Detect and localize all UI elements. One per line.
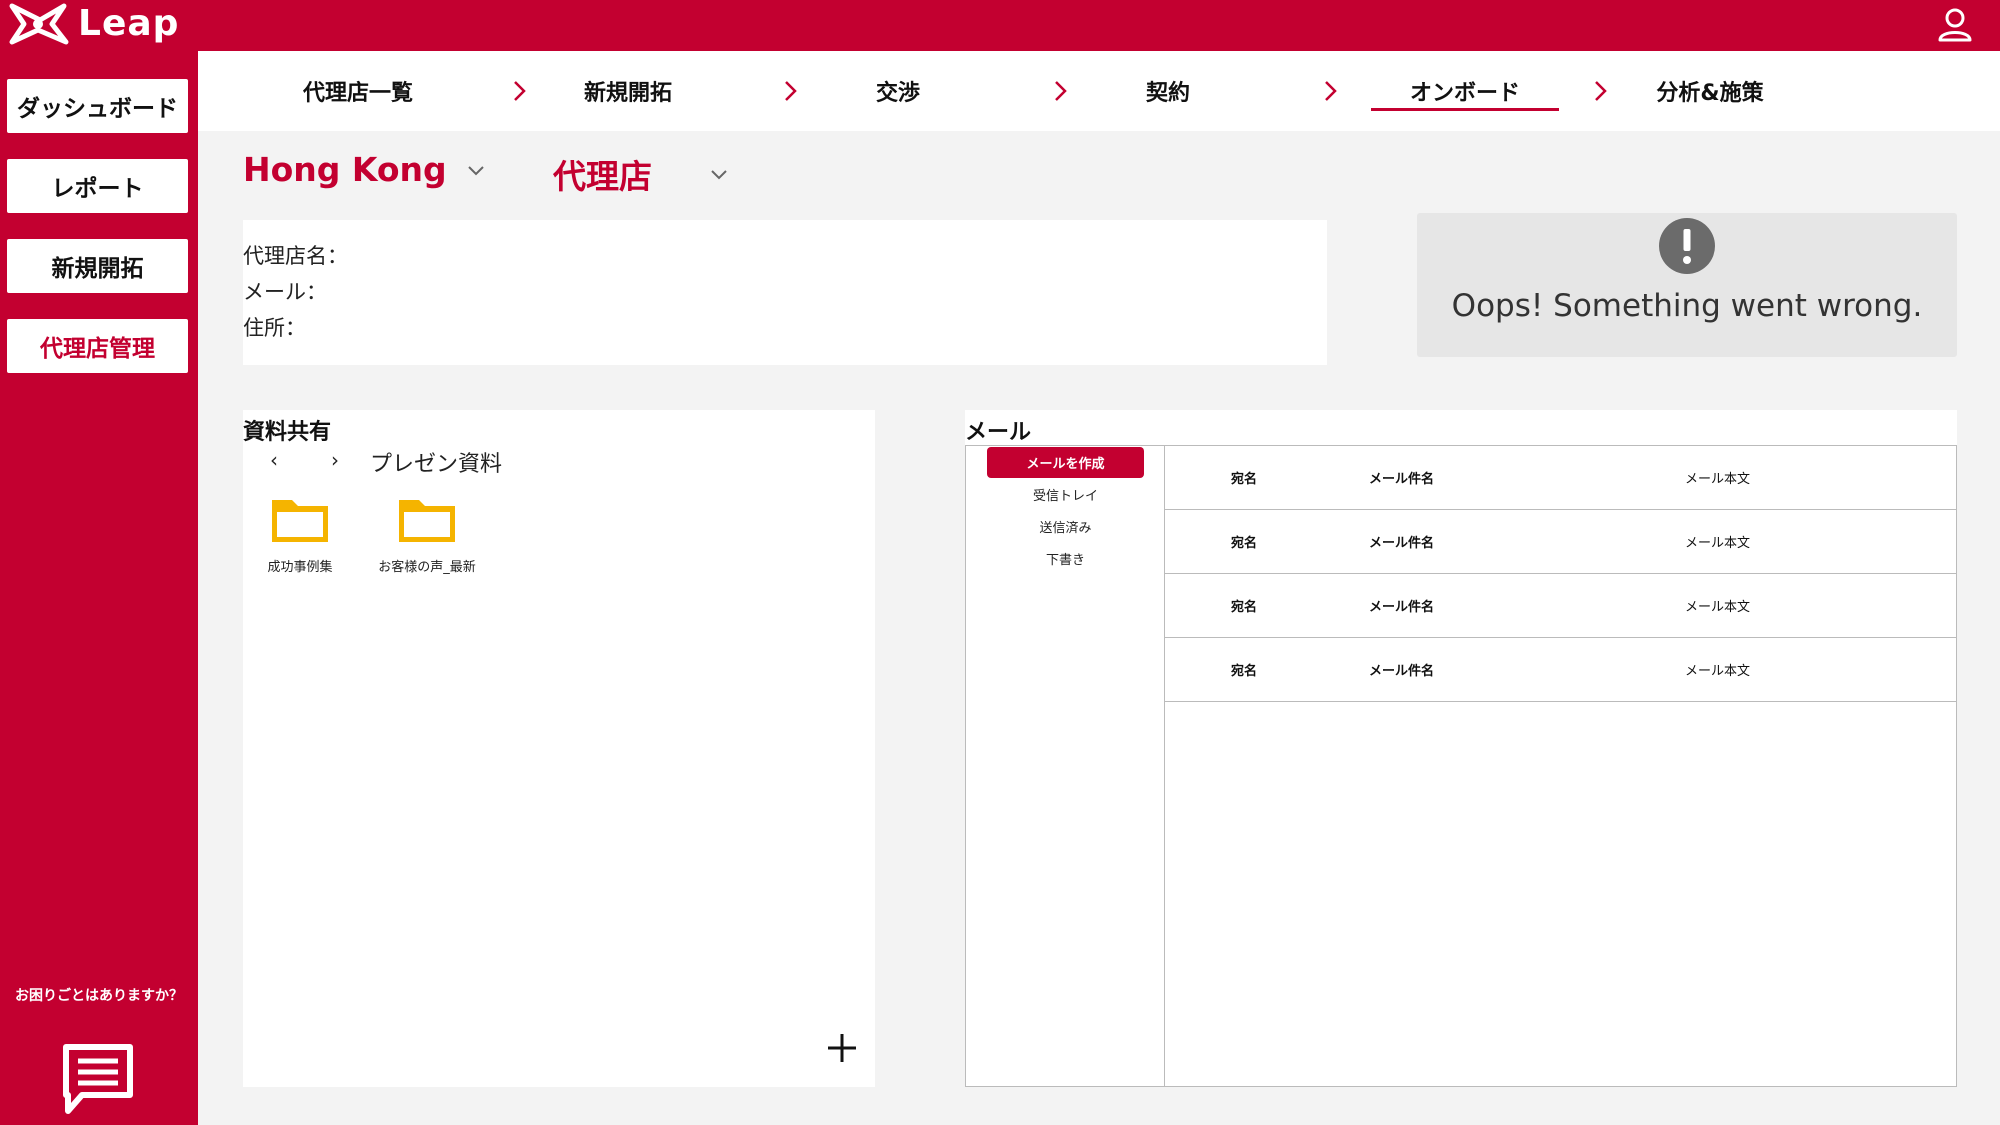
- folder-icon: [272, 500, 328, 542]
- agency-select-value: 代理店: [553, 157, 652, 196]
- file-sharing-panel: 資料共有 ‹ › プレゼン資料 成功事例集 お客様の声_最新: [243, 410, 875, 1087]
- mail-panel: メールを作成 受信トレイ 送信済み 下書き 宛名 メール件名 メール本文 宛名 …: [965, 445, 1957, 1087]
- step-new-development[interactable]: 新規開拓: [553, 51, 703, 131]
- mail-row[interactable]: 宛名 メール件名 メール本文: [1165, 638, 1956, 702]
- mail-folder-sent[interactable]: 送信済み: [966, 517, 1165, 536]
- leap-logo-icon: [9, 3, 69, 45]
- folder-item[interactable]: 成功事例集: [240, 492, 360, 575]
- agency-select[interactable]: 代理店: [553, 150, 730, 198]
- error-card: Oops! Something went wrong.: [1417, 213, 1957, 357]
- mail-recipient: 宛名: [1231, 472, 1258, 487]
- chevron-right-icon: [1055, 81, 1067, 101]
- mail-row[interactable]: 宛名 メール件名 メール本文: [1165, 446, 1956, 510]
- mail-subject: メール件名: [1369, 536, 1435, 551]
- top-bar: Leap: [0, 0, 2000, 51]
- mail-folder-list: メールを作成 受信トレイ 送信済み 下書き: [966, 446, 1165, 1086]
- process-stepper: 代理店一覧 新規開拓 交渉 契約 オンボード 分析&施策: [198, 51, 2000, 131]
- chevron-right-icon: [785, 81, 797, 101]
- chevron-down-icon: [467, 165, 484, 175]
- mail-title: メール: [965, 420, 1032, 445]
- chevron-right-icon: [1595, 81, 1607, 101]
- folder-icon: [399, 500, 455, 542]
- mail-subject: メール件名: [1369, 472, 1435, 487]
- folder-name: お客様の声_最新: [378, 560, 476, 575]
- forward-arrow-icon[interactable]: ›: [331, 448, 339, 472]
- mail-subject: メール件名: [1369, 600, 1435, 615]
- step-onboard[interactable]: オンボード: [1371, 51, 1559, 131]
- sidebar-item-reports[interactable]: レポート: [7, 159, 188, 213]
- agency-info-card: 代理店名： メール： 住所：: [243, 220, 1327, 365]
- mail-header: メール: [965, 410, 1957, 446]
- agency-email-label: メール：: [243, 280, 327, 304]
- help-text: お困りごとはありますか？: [15, 988, 183, 1004]
- mail-body-preview: メール本文: [1685, 536, 1751, 551]
- mail-row[interactable]: 宛名 メール件名 メール本文: [1165, 574, 1956, 638]
- file-sharing-title: 資料共有: [243, 420, 332, 445]
- step-contract[interactable]: 契約: [1093, 51, 1243, 131]
- step-negotiation[interactable]: 交渉: [823, 51, 973, 131]
- app-logo[interactable]: Leap: [6, 2, 179, 46]
- sidebar-item-new-development[interactable]: 新規開拓: [7, 239, 188, 293]
- chevron-right-icon: [1325, 81, 1337, 101]
- chevron-down-icon: [711, 170, 727, 180]
- region-select[interactable]: Hong Kong: [243, 150, 487, 189]
- mail-recipient: 宛名: [1231, 600, 1258, 615]
- mail-recipient: 宛名: [1231, 536, 1258, 551]
- app-name: Leap: [78, 3, 180, 44]
- agency-address-label: 住所：: [243, 316, 306, 340]
- agency-name-label: 代理店名：: [243, 244, 348, 268]
- back-arrow-icon[interactable]: ‹: [270, 448, 278, 472]
- mail-recipient: 宛名: [1231, 664, 1258, 679]
- user-icon[interactable]: [1936, 6, 1974, 44]
- sidebar-item-agency-management[interactable]: 代理店管理: [7, 319, 188, 373]
- sidebar-item-dashboard[interactable]: ダッシュボード: [7, 79, 188, 133]
- mail-body-preview: メール本文: [1685, 600, 1751, 615]
- chat-icon[interactable]: [60, 1041, 136, 1117]
- folder-item[interactable]: お客様の声_最新: [367, 492, 487, 575]
- current-folder-path: プレゼン資料: [370, 452, 503, 477]
- step-agency-list[interactable]: 代理店一覧: [283, 51, 433, 131]
- step-analysis[interactable]: 分析&施策: [1635, 51, 1785, 131]
- mail-subject: メール件名: [1369, 664, 1435, 679]
- chevron-right-icon: [514, 81, 526, 101]
- mail-row[interactable]: 宛名 メール件名 メール本文: [1165, 510, 1956, 574]
- folder-name: 成功事例集: [267, 560, 333, 575]
- sidebar: ダッシュボード レポート 新規開拓 代理店管理 お困りごとはありますか？: [0, 51, 198, 1125]
- region-select-value: Hong Kong: [243, 150, 447, 189]
- mail-folder-inbox[interactable]: 受信トレイ: [966, 485, 1165, 504]
- mail-body-preview: メール本文: [1685, 472, 1751, 487]
- exclamation-icon: [1659, 218, 1715, 274]
- mail-body-preview: メール本文: [1685, 664, 1751, 679]
- mail-folder-drafts[interactable]: 下書き: [966, 549, 1165, 568]
- plus-icon[interactable]: [824, 1030, 860, 1066]
- compose-mail-button[interactable]: メールを作成: [987, 447, 1144, 478]
- error-message: Oops! Something went wrong.: [1451, 288, 1923, 324]
